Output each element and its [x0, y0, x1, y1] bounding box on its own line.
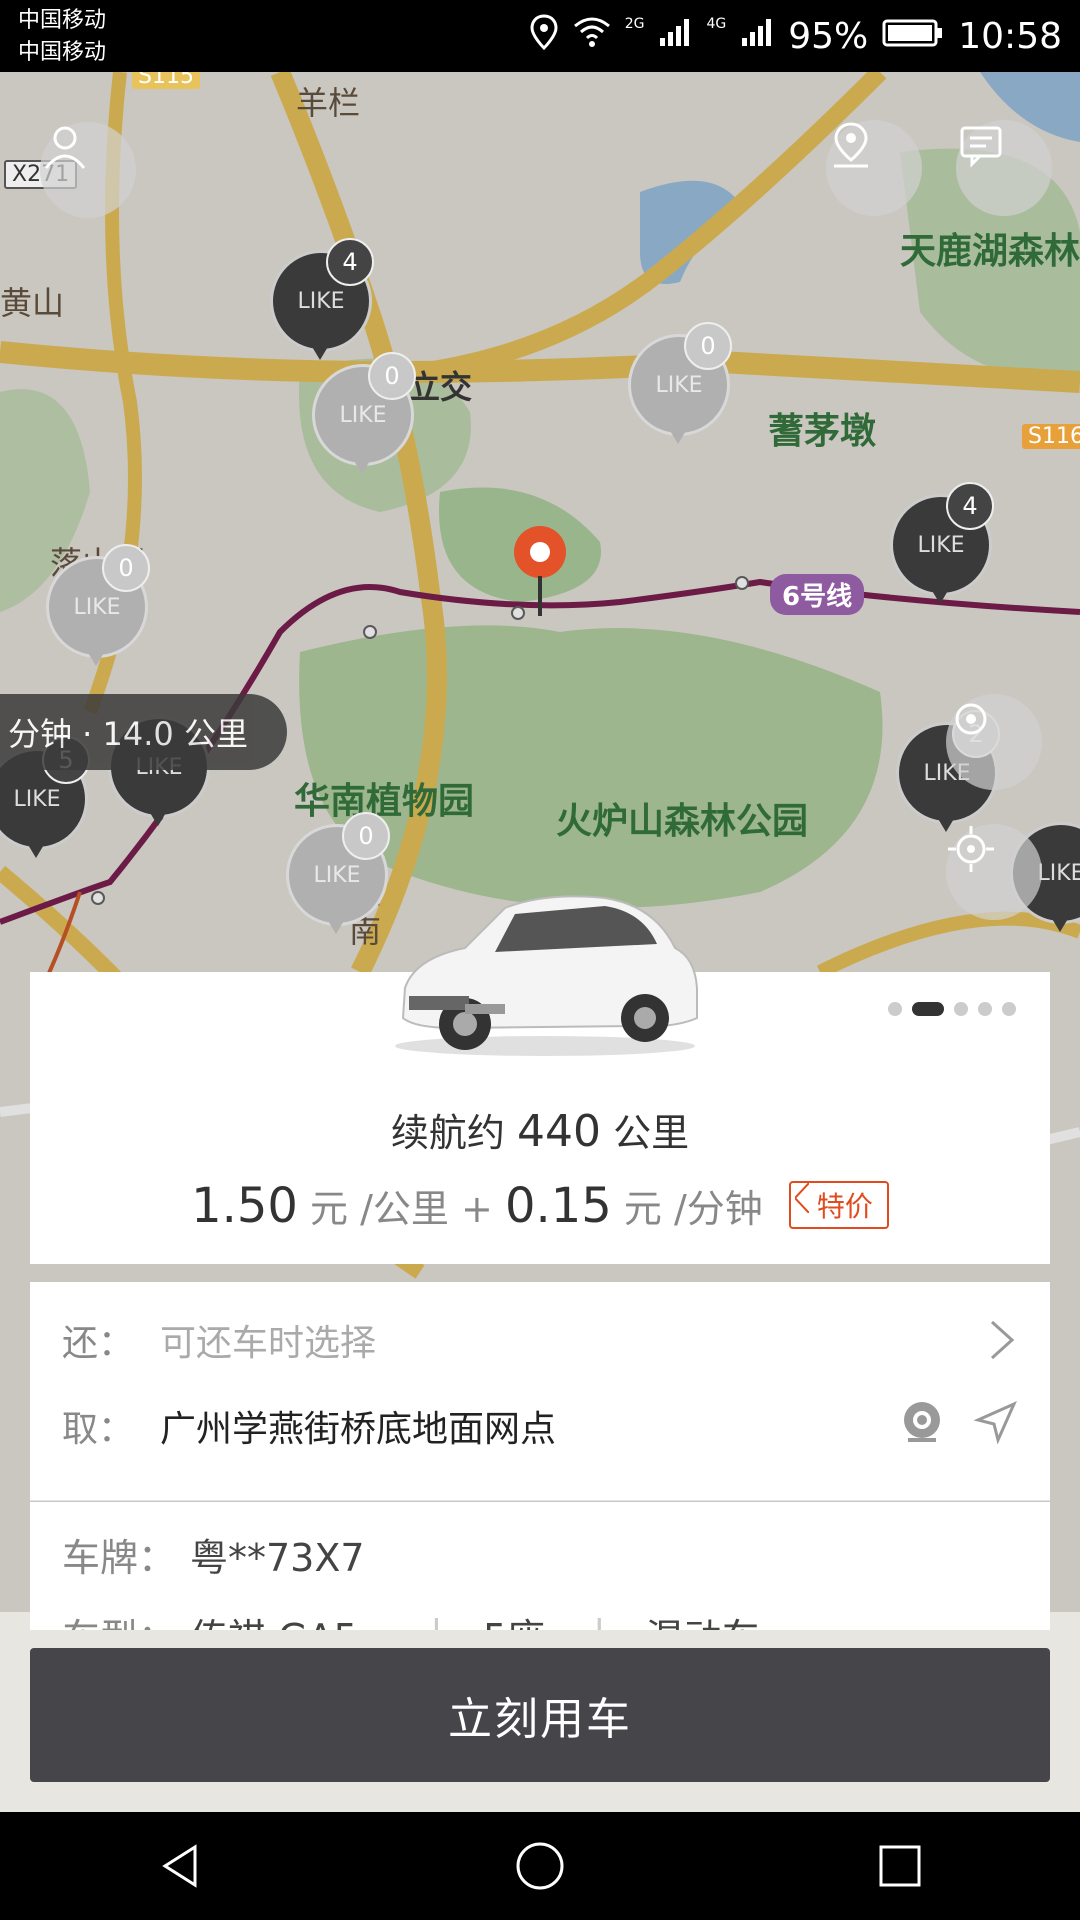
label-lijiao: 立交 [408, 368, 473, 406]
model-label: 车型： [62, 1607, 190, 1631]
locate-button[interactable] [946, 824, 1042, 920]
car-pin[interactable]: LIKE 4 [890, 482, 994, 614]
divider: | [593, 1612, 606, 1630]
battery-percent: 95% [788, 15, 869, 57]
label-tianlu: 天鹿湖森林 [900, 231, 1080, 272]
label-huanan-botanical: 华南植物园 [294, 781, 475, 822]
road-shield-s115: S115 [132, 72, 200, 89]
plate-label: 车牌： [62, 1535, 177, 1580]
carousel-dot-active[interactable] [912, 1002, 944, 1016]
pickup-row[interactable]: 取： 广州学燕街桥底地面网点 [62, 1396, 1018, 1456]
price-per-min: 0.15 [504, 1178, 612, 1234]
status-icons: 2G 4G 95% 10:58 [529, 10, 1062, 62]
price-per-km: 1.50 [191, 1178, 298, 1234]
nearby-stations-button[interactable] [826, 120, 922, 216]
carousel-dots[interactable] [888, 1002, 1016, 1016]
locate-icon [948, 826, 994, 872]
recents-icon [879, 1845, 921, 1887]
message-icon [960, 126, 1002, 168]
clock: 10:58 [958, 15, 1062, 57]
return-row[interactable]: 还： 可还车时选择 [62, 1310, 1018, 1370]
home-icon [516, 1842, 564, 1890]
model-value: 传祺 GA5 [190, 1607, 390, 1631]
return-value: 可还车时选择 [160, 1323, 377, 1364]
messages-button[interactable] [956, 120, 1052, 216]
network-4g: 4G [706, 16, 727, 32]
current-location-marker [510, 524, 570, 624]
person-icon [44, 126, 86, 169]
voice-icon [955, 703, 987, 735]
plate-row: 车牌： 粤**73X7 [62, 1526, 1018, 1582]
pickup-label: 取： [62, 1409, 135, 1450]
range-value: 440 [517, 1106, 601, 1157]
station-view-icon[interactable] [900, 1400, 944, 1453]
range-info: 续航约 440 公里 [30, 1102, 1050, 1157]
car-pin[interactable]: LIKE 0 [46, 544, 150, 676]
model-row: 车型： 传祺 GA5 | 5座 | 混动车 [62, 1606, 1018, 1630]
plate-value: 粤**73X7 [190, 1535, 365, 1580]
wifi-icon [573, 16, 611, 57]
signal-icon-2 [740, 16, 774, 57]
recents-button[interactable] [860, 1826, 940, 1906]
car-pin[interactable]: LIKE 0 [312, 352, 416, 484]
label-line6: 6号线 [770, 574, 865, 615]
carrier-2: 中国移动 [18, 40, 107, 65]
price-per-km-unit: 元 /公里 + [310, 1187, 493, 1231]
range-prefix: 续航约 [390, 1111, 505, 1155]
tag-notch-icon [794, 1183, 809, 1213]
network-2g: 2G [624, 16, 645, 32]
label-huangshan: 黄山 [0, 284, 65, 322]
status-bar: 中国移动 中国移动 2G 4G 95% 10:58 [0, 0, 1080, 72]
car-image [375, 878, 715, 1058]
price-per-min-unit: 元 /分钟 [623, 1187, 763, 1231]
battery-icon [882, 16, 944, 57]
pickup-value: 广州学燕街桥底地面网点 [160, 1409, 557, 1450]
voice-button[interactable] [946, 694, 1042, 790]
chevron-right-icon [990, 1320, 1015, 1360]
home-button[interactable] [500, 1826, 580, 1906]
back-icon [162, 1844, 197, 1888]
location-icon [529, 13, 559, 59]
carrier-1: 中国移动 [18, 8, 107, 33]
carousel-dot[interactable] [1002, 1002, 1016, 1016]
profile-button[interactable] [40, 122, 136, 218]
road-shield-s116: S116 [1022, 424, 1080, 449]
distance-pill: 分钟 · 14.0 公里 [0, 694, 287, 770]
divider: | [430, 1612, 443, 1630]
station-pin-icon [834, 122, 868, 168]
special-price-tag: 特价 [788, 1181, 889, 1229]
car-type-value: 混动车 [646, 1607, 760, 1631]
car-detail-card: 车牌： 粤**73X7 车型： 传祺 GA5 | 5座 | 混动车 [30, 1502, 1050, 1630]
navigate-icon[interactable] [973, 1400, 1018, 1453]
label-qingmaodun: 蓍茅墩 [768, 411, 877, 452]
route-card: 还： 可还车时选择 取： 广州学燕街桥底地面网点 [30, 1282, 1050, 1501]
car-pin[interactable]: LIKE 0 [628, 322, 732, 454]
carousel-dot[interactable] [888, 1002, 902, 1016]
car-pin[interactable]: LIKE 4 [270, 238, 374, 370]
range-unit: 公里 [613, 1111, 690, 1155]
label-yanglan: 羊栏 [296, 84, 361, 122]
system-nav-bar [0, 1812, 1080, 1920]
label-huolushan: 火炉山森林公园 [556, 801, 809, 842]
price-info: 1.50 元 /公里 + 0.15 元 /分钟 特价 [30, 1178, 1050, 1234]
car-pin[interactable]: LIKE 0 [286, 812, 390, 944]
back-button[interactable] [140, 1826, 220, 1906]
carousel-dot[interactable] [978, 1002, 992, 1016]
return-label: 还： [62, 1323, 135, 1364]
seats-value: 5座 [483, 1607, 553, 1631]
signal-icon [658, 16, 692, 57]
carousel-dot[interactable] [954, 1002, 968, 1016]
use-car-button[interactable]: 立刻用车 [30, 1648, 1050, 1782]
